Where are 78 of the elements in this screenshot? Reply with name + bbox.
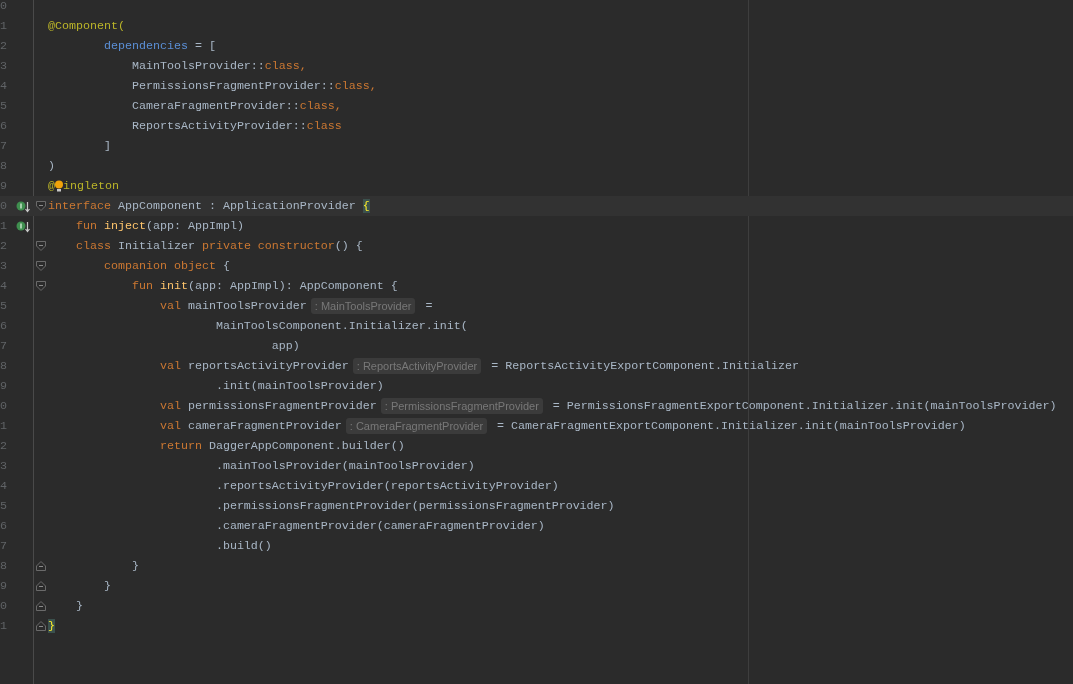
line-number: 0: [0, 0, 8, 15]
line-number: 6: [0, 318, 8, 335]
bulb-icon[interactable]: [55, 180, 63, 192]
line-number: 2: [0, 438, 8, 455]
code-text: }: [103, 578, 111, 595]
line-number: 9: [0, 178, 8, 195]
code-text: .reportsActivityProvider(reportsActivityProvider): [215, 478, 559, 495]
fold-icon[interactable]: [36, 601, 46, 611]
fold-icon[interactable]: [36, 581, 46, 591]
code-text: PermissionsFragmentProvider::class,: [131, 78, 377, 95]
code-text: ReportsActivityProvider::class: [131, 118, 342, 135]
code-text: ]: [103, 138, 111, 155]
line-number: 9: [0, 378, 8, 395]
line-number: 0: [0, 598, 8, 615]
line-number: 7: [0, 138, 8, 155]
code-text: val mainToolsProvider: [159, 298, 307, 315]
fold-icon[interactable]: [36, 281, 46, 291]
code-text: }: [48, 618, 55, 635]
fold-icon[interactable]: [36, 621, 46, 631]
line-number: 8: [0, 158, 8, 175]
line-number: 3: [0, 458, 8, 475]
code-text: MainToolsProvider::class,: [131, 58, 307, 75]
implemented-icon[interactable]: [15, 199, 30, 213]
fold-icon[interactable]: [36, 241, 46, 251]
code-text: val cameraFragmentProvider: [159, 418, 342, 435]
code-text: CameraFragmentProvider::class,: [131, 98, 342, 115]
type-hint: : MainToolsProvider: [310, 298, 416, 314]
line-number: 6: [0, 118, 8, 135]
line-number: 4: [0, 78, 8, 95]
line-number: 5: [0, 298, 8, 315]
line-number: 3: [0, 258, 8, 275]
code-text: = PermissionsFragmentExportComponent.Initializer.init(mainToolsProvider): [551, 398, 1057, 415]
line-number: 7: [0, 538, 8, 555]
type-hint: : PermissionsFragmentProvider: [380, 398, 543, 414]
code-text: ): [48, 158, 55, 175]
code-text: class Initializer private constructor() {: [76, 238, 363, 255]
line-number: 2: [0, 238, 8, 255]
fold-icon[interactable]: [36, 561, 46, 571]
code-text: }: [76, 598, 83, 615]
code-text: .cameraFragmentProvider(cameraFragmentProvider): [215, 518, 545, 535]
line-number: 4: [0, 478, 8, 495]
code-text: MainToolsComponent.Initializer.init(: [215, 318, 468, 335]
code-text: .build(): [215, 538, 272, 555]
line-number: 5: [0, 498, 8, 515]
line-number: 4: [0, 278, 8, 295]
code-text: .mainToolsProvider(mainToolsProvider): [215, 458, 475, 475]
line-number: 8: [0, 558, 8, 575]
code-text: = CameraFragmentExportComponent.Initializer.init(mainToolsProvider): [496, 418, 966, 435]
code-text: val permissionsFragmentProvider: [159, 398, 377, 415]
code-text: fun inject(app: AppImpl): [76, 218, 244, 235]
fold-icon[interactable]: [36, 201, 46, 211]
code-text: val reportsActivityProvider: [159, 358, 349, 375]
code-text: .init(mainToolsProvider): [215, 378, 384, 395]
code-text: ingleton: [63, 178, 119, 195]
code-text: = ReportsActivityExportComponent.Initializer: [490, 358, 800, 375]
line-number: 9: [0, 578, 8, 595]
code-text: app): [271, 338, 300, 355]
line-number: 3: [0, 58, 8, 75]
code-text: interface AppComponent : ApplicationProvider {: [48, 198, 370, 215]
code-text: dependencies = [: [103, 38, 216, 55]
line-number: 0: [0, 398, 8, 415]
code-text: }: [131, 558, 139, 575]
line-number: 7: [0, 338, 8, 355]
line-number: 8: [0, 358, 8, 375]
implemented-icon[interactable]: [15, 219, 30, 233]
fold-icon[interactable]: [36, 261, 46, 271]
code-text: return DaggerAppComponent.builder(): [159, 438, 405, 455]
type-hint: : ReportsActivityProvider: [352, 358, 482, 374]
line-number: 5: [0, 98, 8, 115]
code-text: =: [424, 298, 433, 315]
code-text: .permissionsFragmentProvider(permissionsFragmentProvider): [215, 498, 615, 515]
type-hint: : CameraFragmentProvider: [345, 418, 488, 434]
line-number: 2: [0, 38, 8, 55]
code-text: fun init(app: AppImpl): AppComponent {: [131, 278, 398, 295]
code-text: @: [48, 178, 55, 195]
code-text: @Component(: [48, 18, 125, 35]
code-text: companion object {: [103, 258, 230, 275]
line-number: 6: [0, 518, 8, 535]
